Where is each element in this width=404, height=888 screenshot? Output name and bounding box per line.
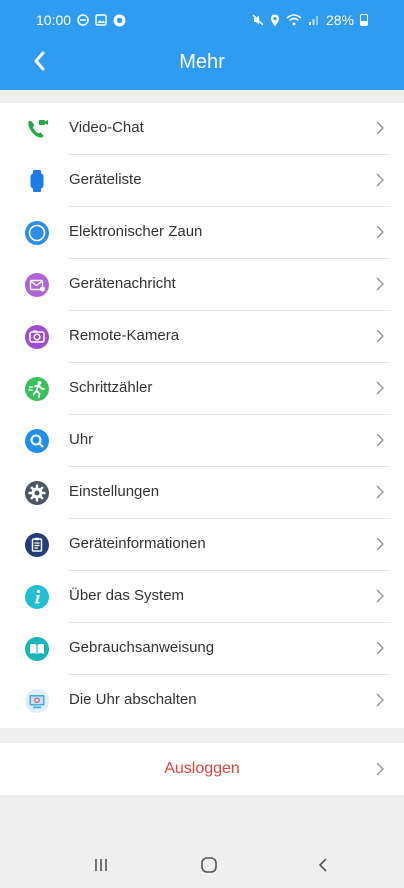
title-bar: Mehr [0, 34, 404, 90]
menu-item-user-manual[interactable]: Gebrauchsanweisung [0, 623, 404, 675]
pedometer-icon [24, 376, 50, 402]
logout-label: Ausloggen [164, 760, 240, 777]
system-nav-bar [0, 842, 404, 888]
chevron-right-icon [376, 433, 385, 447]
menu-item-label: Gerätenachricht [69, 275, 176, 292]
chevron-right-icon [376, 485, 385, 499]
info-icon [24, 584, 50, 610]
logout-button[interactable]: Ausloggen [0, 743, 404, 795]
message-icon [24, 272, 50, 298]
manual-book-icon [24, 636, 50, 662]
fence-circle-icon [24, 220, 50, 246]
menu-item-watch[interactable]: Uhr [0, 415, 404, 467]
menu-item-about-system[interactable]: Über das System [0, 571, 404, 623]
menu-item-device-list[interactable]: Geräteliste [0, 155, 404, 207]
back-arrow-icon [318, 858, 327, 872]
recent-apps-button[interactable] [86, 852, 116, 878]
menu-list: Video-Chat Geräteliste Elektronischer Za… [0, 103, 404, 728]
signal-icon [308, 14, 320, 26]
chevron-right-icon [376, 121, 385, 135]
chevron-right-icon [376, 693, 385, 707]
wifi-icon [286, 14, 302, 26]
chevron-right-icon [376, 537, 385, 551]
chevron-right-icon [376, 381, 385, 395]
status-right: 28% [252, 12, 368, 28]
mute-icon [252, 14, 264, 26]
app-header: 10:00 28% Mehr [0, 0, 404, 90]
chevron-right-icon [376, 762, 385, 776]
camera-icon [24, 324, 50, 350]
device-info-icon [24, 532, 50, 558]
power-off-monitor-icon [24, 688, 50, 714]
chevron-right-icon [376, 641, 385, 655]
battery-percent: 28% [325, 12, 354, 28]
menu-item-device-message[interactable]: Gerätenachricht [0, 259, 404, 311]
location-icon [270, 14, 280, 27]
chevron-right-icon [376, 589, 385, 603]
menu-item-label: Elektronischer Zaun [69, 223, 203, 240]
watch-icon [24, 168, 50, 194]
chevron-right-icon [376, 277, 385, 291]
menu-item-label: Geräteinformationen [69, 535, 206, 552]
menu-item-label: Remote-Kamera [69, 327, 180, 344]
menu-item-label: Uhr [69, 431, 94, 448]
menu-item-remote-camera[interactable]: Remote-Kamera [0, 311, 404, 363]
menu-item-label: Schrittzähler [69, 379, 153, 396]
battery-icon [360, 14, 368, 26]
page-title: Mehr [179, 51, 225, 73]
video-call-icon [24, 116, 50, 142]
menu-item-label: Die Uhr abschalten [69, 691, 197, 708]
menu-item-label: Über das System [69, 587, 185, 604]
menu-item-label: Video-Chat [69, 119, 144, 136]
do-not-disturb-icon [77, 14, 89, 26]
gallery-icon [95, 14, 107, 26]
menu-item-pedometer[interactable]: Schrittzähler [0, 363, 404, 415]
chevron-right-icon [376, 329, 385, 343]
menu-item-settings[interactable]: Einstellungen [0, 467, 404, 519]
home-icon [201, 857, 217, 873]
menu-item-label: Gebrauchsanweisung [69, 639, 215, 656]
menu-item-electronic-fence[interactable]: Elektronischer Zaun [0, 207, 404, 259]
menu-item-label: Einstellungen [69, 483, 160, 500]
menu-item-device-info[interactable]: Geräteinformationen [0, 519, 404, 571]
search-icon [24, 428, 50, 454]
gear-icon [24, 480, 50, 506]
status-left: 10:00 [36, 12, 126, 28]
recent-apps-icon [95, 859, 107, 871]
chevron-right-icon [376, 173, 385, 187]
app-notification-icon [113, 14, 126, 27]
system-back-button[interactable] [308, 852, 338, 878]
status-bar: 10:00 28% [0, 0, 404, 34]
menu-item-video-chat[interactable]: Video-Chat [0, 103, 404, 155]
chevron-right-icon [376, 225, 385, 239]
home-button[interactable] [194, 852, 224, 878]
menu-item-label: Geräteliste [69, 171, 142, 188]
status-time: 10:00 [36, 12, 72, 28]
menu-item-turn-off-watch[interactable]: Die Uhr abschalten [0, 675, 404, 727]
